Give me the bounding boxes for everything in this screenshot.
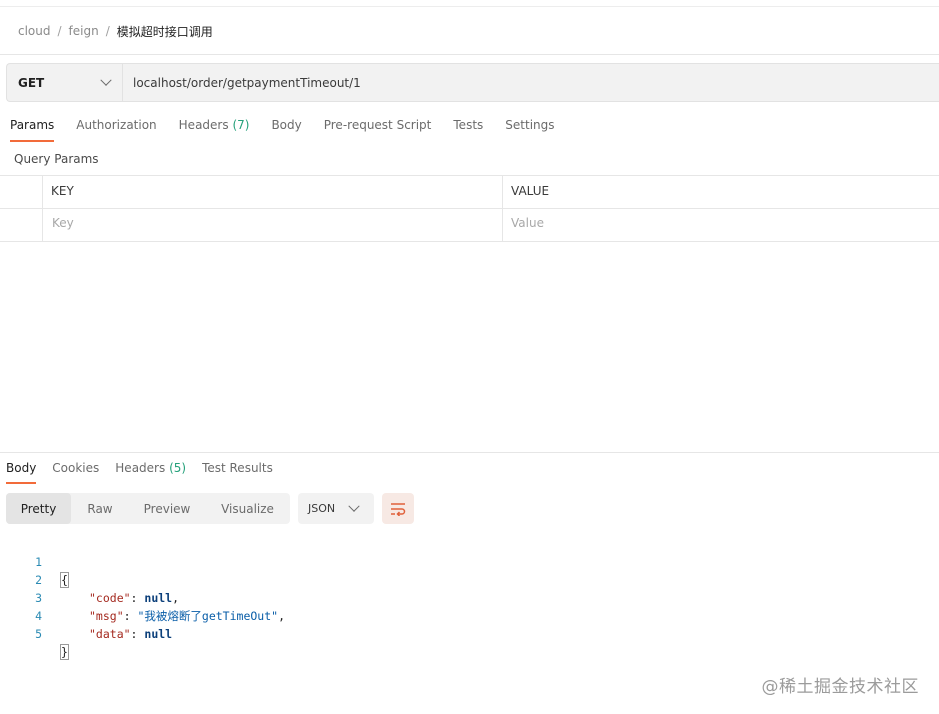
tab-settings[interactable]: Settings: [505, 118, 554, 142]
table-column-divider: [502, 175, 503, 241]
tab-authorization[interactable]: Authorization: [76, 118, 156, 142]
wrap-lines-button[interactable]: [382, 493, 414, 524]
tab-label: Body: [271, 118, 302, 132]
headers-count-badge: (7): [232, 118, 250, 132]
request-name[interactable]: 模拟超时接口调用: [117, 23, 213, 40]
tab-label: Cookies: [52, 461, 100, 475]
breadcrumb-item-folder[interactable]: feign: [69, 24, 99, 38]
table-border: [0, 241, 939, 242]
code-line: 3 "msg": "我被熔断了getTimeOut",: [0, 571, 285, 623]
response-tab-body[interactable]: Body: [6, 461, 37, 484]
tab-label: Params: [10, 118, 55, 132]
table-border: [0, 175, 939, 176]
tab-pre-request-script[interactable]: Pre-request Script: [324, 118, 432, 142]
tab-headers[interactable]: Headers (7): [179, 118, 250, 142]
json-value: null: [144, 591, 173, 605]
table-column-divider: [42, 175, 43, 241]
breadcrumb-item-collection[interactable]: cloud: [18, 24, 51, 38]
view-raw-button[interactable]: Raw: [71, 493, 129, 524]
tab-label: Test Results: [202, 461, 273, 475]
view-visualize-button[interactable]: Visualize: [205, 493, 290, 524]
view-preview-button[interactable]: Preview: [129, 493, 205, 524]
response-tabs: Body Cookies Headers (5) Test Results: [6, 461, 289, 485]
headers-count-badge: (5): [169, 461, 187, 475]
view-pretty-button[interactable]: Pretty: [6, 493, 71, 524]
tab-body[interactable]: Body: [271, 118, 301, 142]
url-bar: GET localhost/order/getpaymentTimeout/1: [6, 63, 939, 102]
wrap-lines-icon: [391, 502, 406, 516]
method-select[interactable]: GET: [7, 64, 123, 101]
tab-label: Pre-request Script: [323, 118, 432, 132]
breadcrumb: cloud / feign / 模拟超时接口调用: [18, 22, 213, 40]
query-params-title: Query Params: [14, 152, 99, 166]
close-brace: }: [60, 644, 69, 660]
response-tab-test-results[interactable]: Test Results: [202, 461, 273, 484]
json-key: "code": [89, 591, 131, 605]
tab-tests[interactable]: Tests: [453, 118, 483, 142]
line-number: 5: [35, 627, 42, 641]
json-key: "msg": [89, 609, 124, 623]
watermark: @稀土掘金技术社区: [761, 677, 919, 697]
column-header-key: KEY: [51, 184, 74, 198]
chevron-down-icon: [348, 500, 360, 512]
tab-params[interactable]: Params: [10, 118, 55, 142]
table-border: [0, 208, 939, 209]
json-value: null: [144, 627, 173, 641]
tab-label: Authorization: [76, 118, 157, 132]
breadcrumb-separator: /: [105, 24, 110, 38]
breadcrumb-divider: [0, 54, 939, 55]
chevron-down-icon: [100, 74, 112, 86]
code-line: 4 "data": null: [0, 589, 172, 641]
column-header-value: VALUE: [511, 184, 550, 198]
json-value: "我被熔断了getTimeOut": [137, 609, 279, 623]
key-input[interactable]: Key: [52, 216, 74, 230]
json-key: "data": [89, 627, 131, 641]
method-label: GET: [18, 75, 45, 90]
tab-label: Headers: [178, 118, 229, 132]
format-select[interactable]: JSON: [298, 493, 374, 524]
view-mode-group: Pretty Raw Preview Visualize: [6, 493, 290, 524]
breadcrumb-separator: /: [57, 24, 62, 38]
request-tabs: Params Authorization Headers (7) Body Pr…: [10, 118, 577, 144]
response-tab-cookies[interactable]: Cookies: [52, 461, 99, 484]
tab-label: Settings: [505, 118, 555, 132]
format-label: JSON: [308, 502, 336, 515]
code-line: 1 {: [0, 535, 69, 588]
url-input[interactable]: localhost/order/getpaymentTimeout/1: [123, 64, 361, 101]
response-divider: [0, 452, 939, 453]
tab-label: Body: [6, 461, 37, 475]
value-input[interactable]: Value: [511, 216, 544, 230]
open-brace: {: [60, 572, 69, 588]
response-tab-headers[interactable]: Headers (5): [115, 461, 186, 484]
tab-label: Headers: [115, 461, 166, 475]
code-line: 2 "code": null,: [0, 553, 179, 605]
top-divider: [0, 6, 939, 7]
tab-label: Tests: [453, 118, 484, 132]
code-line: 5 }: [0, 607, 69, 660]
